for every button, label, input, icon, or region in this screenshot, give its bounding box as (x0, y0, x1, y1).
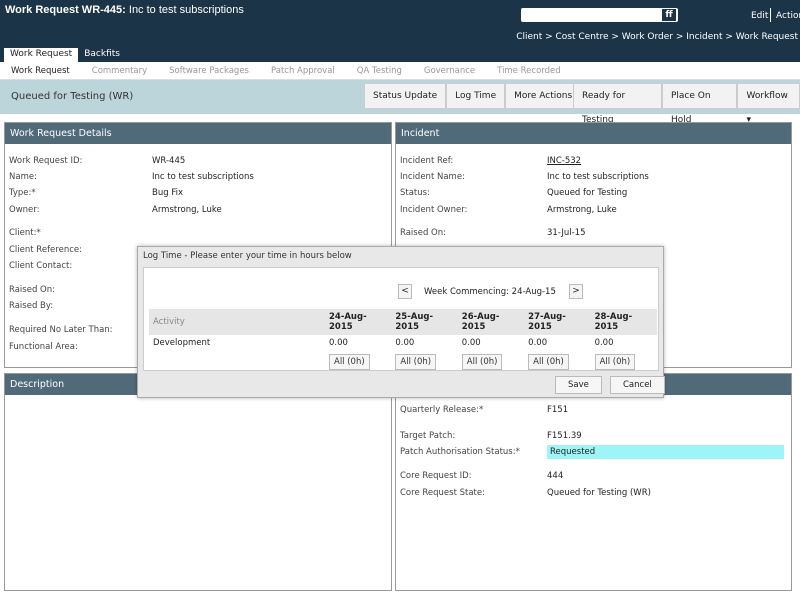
subtab-time-recorded[interactable]: Time Recorded (486, 62, 572, 79)
description-panel: Description (4, 373, 392, 591)
hours-input[interactable]: 0.00 (391, 335, 457, 351)
field-label: Status: (400, 188, 430, 198)
field-label: Raised By: (9, 301, 54, 311)
day-header: 27-Aug-2015 (524, 309, 591, 335)
status-update-button[interactable]: Status Update (364, 83, 447, 109)
field-label: Patch Authorisation Status:* (400, 447, 520, 457)
week-commencing: Week Commencing: 24-Aug-15 (424, 287, 556, 297)
field-label: Core Request ID: (400, 471, 472, 481)
subtab-software-packages[interactable]: Software Packages (158, 62, 260, 79)
tab-work-request[interactable]: Work Request (4, 48, 79, 62)
table-row: Development 0.00 0.00 0.00 0.00 0.00 (149, 335, 657, 351)
field-value: Queued for Testing (547, 188, 628, 198)
divider (770, 8, 771, 22)
search-button[interactable]: ff (662, 9, 676, 21)
subtab-patch-approval[interactable]: Patch Approval (260, 62, 346, 79)
field-value: 444 (547, 471, 564, 481)
field-label: Raised On: (9, 285, 55, 295)
field-label: Incident Ref: (400, 156, 454, 166)
field-value: WR-445 (152, 156, 186, 166)
field-label: Owner: (9, 205, 40, 215)
tab-backfits[interactable]: Backfits (78, 48, 126, 62)
all-hours-button[interactable]: All (0h) (329, 354, 370, 370)
prev-week-button[interactable]: < (398, 284, 412, 299)
field-value: F151.39 (547, 431, 582, 441)
field-label: Client Contact: (9, 261, 73, 271)
field-label: Client:* (9, 228, 41, 238)
place-on-hold-button[interactable]: Place On Hold (661, 83, 738, 125)
time-table: Activity 24-Aug-2015 25-Aug-2015 26-Aug-… (149, 309, 657, 373)
subtab-governance[interactable]: Governance (413, 62, 486, 79)
day-header: 25-Aug-2015 (391, 309, 458, 335)
all-hours-button[interactable]: All (0h) (594, 354, 636, 370)
field-label: Name: (9, 172, 37, 182)
all-hours-button[interactable]: All (0h) (528, 354, 569, 370)
next-week-button[interactable]: > (569, 284, 583, 299)
field-value: Queued for Testing (WR) (547, 488, 651, 498)
status-text: Queued for Testing (WR) (11, 91, 134, 102)
field-value: 31-Jul-15 (547, 228, 586, 238)
field-value: Bug Fix (152, 188, 183, 198)
header-bar: Work Request WR-445: Inc to test subscri… (0, 0, 800, 62)
field-label: Work Request ID: (9, 156, 83, 166)
field-value[interactable]: INC-532 (547, 156, 581, 166)
hours-input[interactable]: 0.00 (591, 335, 657, 351)
field-label: Type:* (9, 188, 36, 198)
save-button[interactable]: Save (555, 376, 602, 394)
subtabs: Work Request Commentary Software Package… (0, 62, 800, 80)
all-hours-button[interactable]: All (0h) (461, 354, 503, 370)
page-title: Work Request WR-445: Inc to test subscri… (5, 4, 244, 16)
field-label: Incident Name: (400, 172, 465, 182)
day-header: 24-Aug-2015 (325, 309, 392, 335)
field-label: Target Patch: (400, 431, 456, 441)
day-header: 26-Aug-2015 (457, 309, 525, 335)
edit-link[interactable]: Edit (751, 11, 768, 21)
log-time-dialog: Log Time - Please enter your time in hou… (137, 246, 665, 398)
field-value: Inc to test subscriptions (152, 172, 254, 182)
hours-input[interactable]: 0.00 (458, 335, 524, 351)
activity-name: Development (153, 338, 211, 348)
hours-input[interactable]: 0.00 (325, 335, 391, 351)
empty-cell (149, 351, 325, 373)
panel-title: Incident (396, 123, 791, 144)
field-value: Armstrong, Luke (547, 205, 617, 215)
log-time-button[interactable]: Log Time (446, 83, 506, 109)
ready-for-testing-button[interactable]: Ready for Testing (573, 83, 662, 125)
subtab-qa-testing[interactable]: QA Testing (346, 62, 413, 79)
cancel-button[interactable]: Cancel (610, 376, 665, 394)
panel-title: Work Request Details (5, 123, 391, 144)
workflow-button[interactable]: Workflow ▾ (737, 83, 800, 125)
search-input[interactable]: ff (521, 8, 678, 22)
all-hours-button[interactable]: All (0h) (395, 354, 437, 370)
field-label: Required No Later Than: (9, 325, 113, 335)
hours-input[interactable]: 0.00 (524, 335, 590, 351)
status-bar: Queued for Testing (WR) Status Update Lo… (0, 80, 800, 125)
field-value: Armstrong, Luke (152, 205, 222, 215)
field-value: F151 (547, 405, 569, 415)
field-label: Raised On: (400, 228, 446, 238)
field-label: Functional Area: (9, 342, 78, 352)
activity-header: Activity (149, 309, 325, 335)
field-label: Core Request State: (400, 488, 485, 498)
day-header: 28-Aug-2015 (590, 309, 657, 335)
breadcrumb[interactable]: Client > Cost Centre > Work Order > Inci… (516, 32, 798, 42)
subtab-commentary[interactable]: Commentary (81, 62, 158, 79)
subtab-work-request[interactable]: Work Request (0, 62, 81, 79)
action-link[interactable]: Action (776, 11, 800, 21)
field-value: Inc to test subscriptions (547, 172, 649, 182)
field-value: Requested (547, 445, 784, 459)
dialog-title: Log Time - Please enter your time in hou… (143, 251, 352, 261)
field-label: Client Reference: (9, 245, 82, 255)
field-label: Incident Owner: (400, 205, 468, 215)
field-label: Quarterly Release:* (400, 405, 484, 415)
